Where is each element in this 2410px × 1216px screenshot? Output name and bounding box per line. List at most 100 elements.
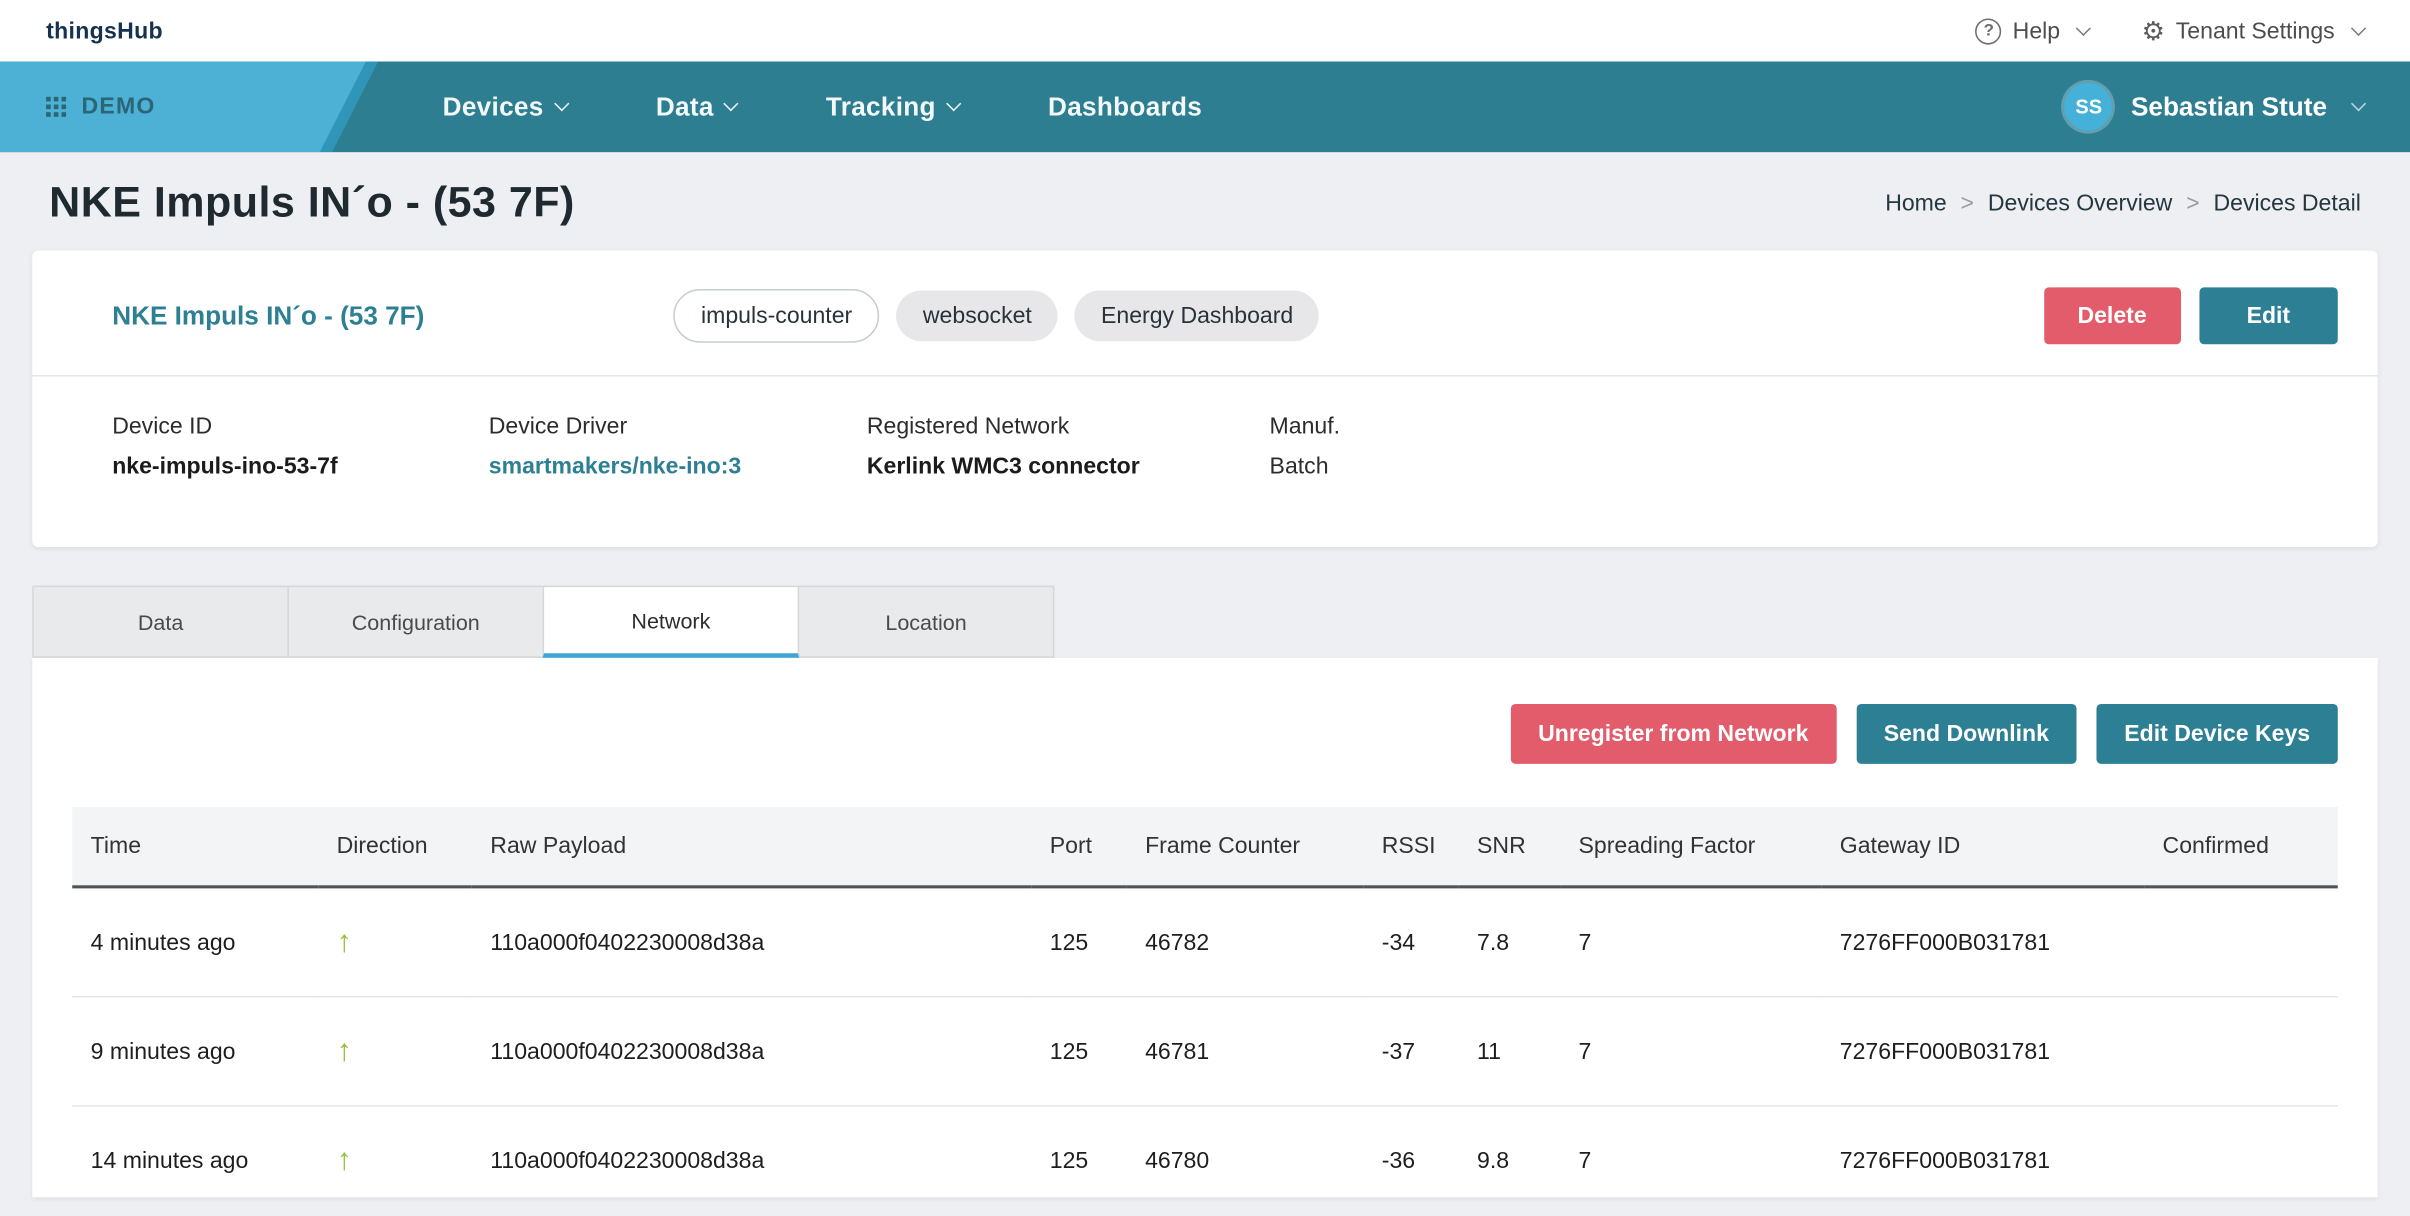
cell-time: 9 minutes ago [72,997,318,1106]
column-header-confirmed: Confirmed [2144,807,2338,887]
cell-spreading-factor: 7 [1560,1106,1821,1197]
device-fields: Device ID nke-impuls-ino-53-7f Device Dr… [32,377,2377,548]
column-header-frame-counter: Frame Counter [1127,807,1364,887]
network-table-body: 4 minutes ago ↑ 110a000f0402230008d38a 1… [72,887,2338,1197]
breadcrumb-devices-detail: Devices Detail [2213,190,2360,216]
tab-configuration[interactable]: Configuration [287,586,544,658]
cell-frame-counter: 46781 [1127,997,1364,1106]
column-header-port: Port [1031,807,1126,887]
column-header-spreading-factor: Spreading Factor [1560,807,1821,887]
breadcrumb-devices-overview[interactable]: Devices Overview [1988,190,2172,216]
network-table: Time Direction Raw Payload Port Frame Co… [72,807,2338,1197]
device-card-actions: Delete Edit [2044,287,2338,344]
tabs: Data Configuration Network Location [32,586,2377,658]
cell-rssi: -37 [1363,997,1458,1106]
cell-spreading-factor: 7 [1560,887,1821,997]
cell-rssi: -34 [1363,887,1458,997]
cell-port: 125 [1031,887,1126,997]
tab-location[interactable]: Location [798,586,1055,658]
gear-icon: ⚙ [2142,18,2165,44]
tenant-settings-label: Tenant Settings [2176,18,2335,44]
breadcrumb-home[interactable]: Home [1885,190,1947,216]
device-driver-link[interactable]: smartmakers/nke-ino:3 [489,453,867,479]
cell-port: 125 [1031,997,1126,1106]
tenant-badge-label: DEMO [81,94,155,120]
cell-gateway-id: 7276FF000B031781 [1821,997,2144,1106]
device-id-value: nke-impuls-ino-53-7f [112,453,489,479]
cell-raw-payload: 110a000f0402230008d38a [472,1106,1031,1197]
top-bar-right: ? Help ⚙ Tenant Settings [1976,18,2364,44]
cell-snr: 11 [1459,997,1560,1106]
field-device-id: Device ID nke-impuls-ino-53-7f [112,413,489,479]
cell-port: 125 [1031,1106,1126,1197]
table-row: 9 minutes ago ↑ 110a000f0402230008d38a 1… [72,997,2338,1106]
tenant-badge-body: DEMO [0,61,366,152]
column-header-rssi: RSSI [1363,807,1458,887]
nav-item-data[interactable]: Data [656,91,737,122]
tenant-badge[interactable]: DEMO [0,61,366,152]
nav-item-dashboards[interactable]: Dashboards [1048,91,1202,122]
network-table-header: Time Direction Raw Payload Port Frame Co… [72,807,2338,887]
top-bar: thingsHub ? Help ⚙ Tenant Settings [0,0,2410,61]
column-header-raw-payload: Raw Payload [472,807,1031,887]
chevron-down-icon [2351,96,2366,111]
tab-data[interactable]: Data [32,586,289,658]
brand-things: things [46,18,117,44]
registered-network-value: Kerlink WMC3 connector [867,453,1270,479]
brand-hub: Hub [117,18,163,44]
cell-gateway-id: 7276FF000B031781 [1821,1106,2144,1197]
cell-confirmed [2144,1106,2338,1197]
nav-item-tracking[interactable]: Tracking [826,91,959,122]
field-registered-network: Registered Network Kerlink WMC3 connecto… [867,413,1270,479]
user-menu[interactable]: SS Sebastian Stute [2065,83,2410,131]
cell-snr: 9.8 [1459,1106,1560,1197]
column-header-direction: Direction [318,807,472,887]
device-card-title: NKE Impuls IN´o - (53 7F) [112,300,424,331]
cell-direction: ↑ [318,1106,472,1197]
field-label: Manuf. [1270,413,1340,439]
page: thingsHub ? Help ⚙ Tenant Settings DEMO [0,0,2410,1216]
cell-gateway-id: 7276FF000B031781 [1821,887,2144,997]
page-title: NKE Impuls IN´o - (53 7F) [49,178,575,227]
nav-item-label: Tracking [826,91,936,122]
brand-logo[interactable]: thingsHub [46,18,163,44]
cell-direction: ↑ [318,887,472,997]
tag-impuls-counter: impuls-counter [673,289,880,343]
cell-raw-payload: 110a000f0402230008d38a [472,887,1031,997]
field-label: Registered Network [867,413,1270,439]
table-row: 14 minutes ago ↑ 110a000f0402230008d38a … [72,1106,2338,1197]
network-panel-actions: Unregister from Network Send Downlink Ed… [72,704,2338,764]
tab-network[interactable]: Network [543,586,800,658]
tag-energy-dashboard: Energy Dashboard [1075,290,1320,341]
cell-direction: ↑ [318,997,472,1106]
device-card-header: NKE Impuls IN´o - (53 7F) impuls-counter… [32,251,2377,375]
help-label: Help [2013,18,2060,44]
main-nav: DEMO Devices Data Tracking Dashboards SS… [0,61,2410,152]
edit-button[interactable]: Edit [2199,287,2338,344]
nav-item-label: Devices [443,91,544,122]
cell-confirmed [2144,887,2338,997]
unregister-from-network-button[interactable]: Unregister from Network [1510,704,1836,764]
tenant-settings-menu[interactable]: ⚙ Tenant Settings [2142,18,2364,44]
chevron-down-icon [2351,20,2366,35]
page-head: NKE Impuls IN´o - (53 7F) Home > Devices… [0,152,2410,250]
nav-item-devices[interactable]: Devices [443,91,567,122]
column-header-snr: SNR [1459,807,1560,887]
breadcrumb: Home > Devices Overview > Devices Detail [1885,190,2361,216]
field-label: Device Driver [489,413,867,439]
send-downlink-button[interactable]: Send Downlink [1856,704,2077,764]
edit-device-keys-button[interactable]: Edit Device Keys [2097,704,2338,764]
help-menu[interactable]: ? Help [1976,18,2090,44]
field-label: Device ID [112,413,489,439]
cell-raw-payload: 110a000f0402230008d38a [472,997,1031,1106]
tag-websocket: websocket [897,290,1058,341]
cell-spreading-factor: 7 [1560,997,1821,1106]
uplink-arrow-icon: ↑ [337,1034,352,1068]
device-tags: impuls-counter websocket Energy Dashboar… [673,289,1319,343]
device-card: NKE Impuls IN´o - (53 7F) impuls-counter… [32,251,2377,548]
manuf-value: Batch [1270,453,1340,479]
user-name: Sebastian Stute [2131,91,2327,122]
delete-button[interactable]: Delete [2044,287,2181,344]
nav-item-label: Data [656,91,714,122]
cell-confirmed [2144,997,2338,1106]
